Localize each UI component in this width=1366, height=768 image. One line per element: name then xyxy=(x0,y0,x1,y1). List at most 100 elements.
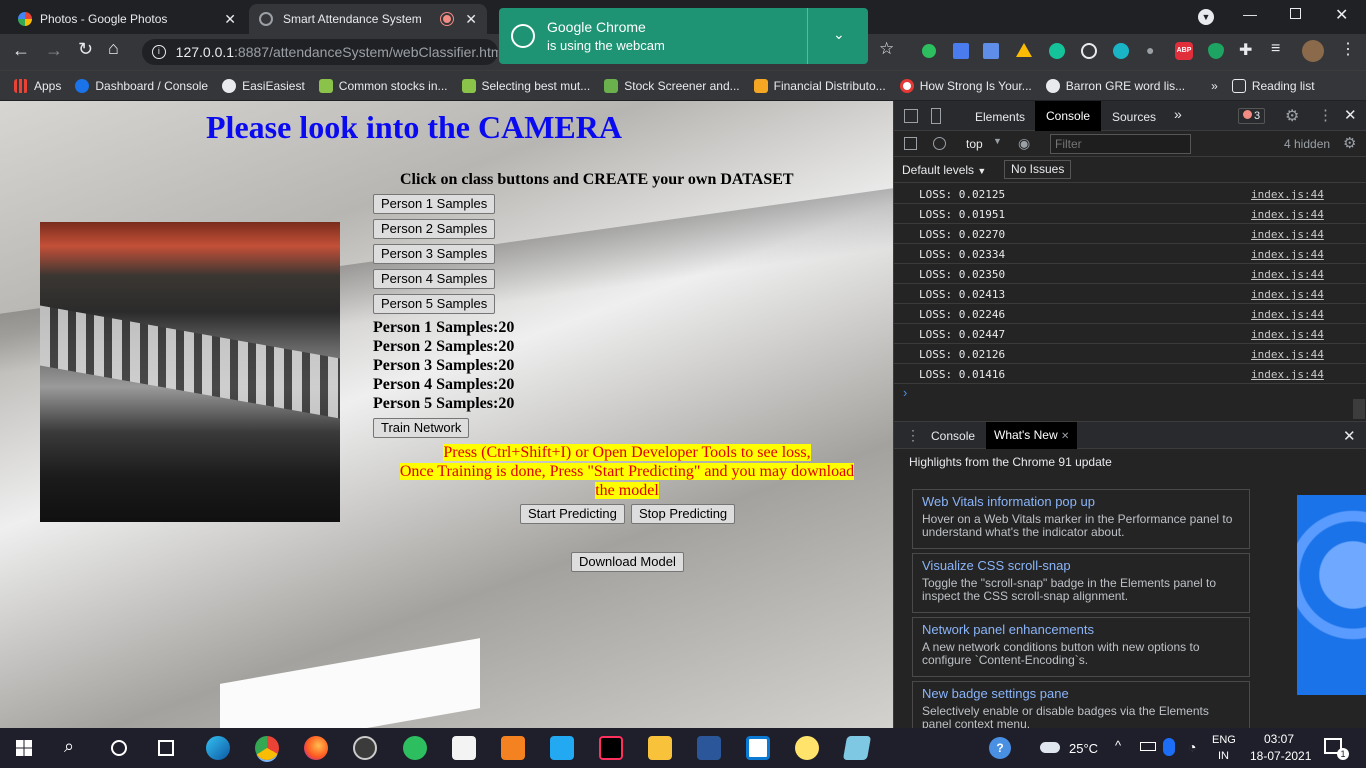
log-source-link[interactable]: index.js:44 xyxy=(1251,288,1324,301)
language-in[interactable]: IN xyxy=(1218,750,1229,762)
puzzle-icon[interactable]: ✚ xyxy=(1239,40,1252,60)
avatar[interactable] xyxy=(1302,40,1324,62)
minimize-icon[interactable]: — xyxy=(1243,6,1257,22)
inspect-icon[interactable] xyxy=(904,109,918,123)
error-badge[interactable]: 3 xyxy=(1238,108,1266,124)
card-title[interactable]: Visualize CSS scroll-snap xyxy=(922,558,1240,573)
battery-icon[interactable] xyxy=(1140,742,1156,751)
task-view-icon[interactable] xyxy=(158,740,174,756)
bookmark-easiest[interactable]: EasiEasiest xyxy=(222,78,305,93)
app-square-icon[interactable] xyxy=(746,736,770,760)
close-icon[interactable]: ✕ xyxy=(224,11,236,28)
log-source-link[interactable]: index.js:44 xyxy=(1251,308,1324,321)
search-icon[interactable]: ⌕ xyxy=(64,736,74,757)
file-explorer-icon[interactable] xyxy=(648,736,672,760)
issues-button[interactable]: No Issues xyxy=(1004,160,1072,179)
tray-chevron-icon[interactable]: ^ xyxy=(1115,738,1121,753)
clock-time[interactable]: 03:07 xyxy=(1264,732,1294,746)
firefox-icon[interactable] xyxy=(304,736,328,760)
whats-new-card[interactable]: Visualize CSS scroll-snap Toggle the "scr… xyxy=(912,553,1250,613)
whats-new-card[interactable]: Network panel enhancements A new network … xyxy=(912,617,1250,677)
vscode-icon[interactable] xyxy=(550,736,574,760)
close-icon[interactable]: ✕ xyxy=(1344,106,1357,124)
log-source-link[interactable]: index.js:44 xyxy=(1251,228,1324,241)
tab-photos[interactable]: Photos - Google Photos ✕ xyxy=(8,4,246,34)
notepad-icon[interactable] xyxy=(842,736,872,760)
console-settings-icon[interactable]: ⚙ xyxy=(1343,134,1356,152)
m-ext-icon[interactable] xyxy=(1113,43,1129,59)
bookmark-barron[interactable]: Barron GRE word lis... xyxy=(1045,78,1185,93)
store-icon[interactable] xyxy=(452,736,476,760)
drawer-menu-icon[interactable]: ⋮ xyxy=(906,427,920,444)
download-model-button[interactable]: Download Model xyxy=(571,552,684,572)
home-icon[interactable]: ⌂ xyxy=(108,38,119,59)
playlist-icon[interactable]: ≡ xyxy=(1271,40,1280,58)
reading-list[interactable]: Reading list xyxy=(1231,78,1315,93)
person-3-samples-button[interactable]: Person 3 Samples xyxy=(373,244,496,264)
console-scrollbar[interactable] xyxy=(1353,399,1365,419)
tab-sources[interactable]: Sources xyxy=(1112,110,1156,124)
log-source-link[interactable]: index.js:44 xyxy=(1251,188,1324,201)
wifi-icon[interactable]: ◔ xyxy=(1188,739,1196,755)
log-source-link[interactable]: index.js:44 xyxy=(1251,328,1324,341)
gear-icon[interactable]: ⚙ xyxy=(1285,106,1299,126)
prompt-chevron-icon[interactable]: › xyxy=(903,385,907,400)
start-predicting-button[interactable]: Start Predicting xyxy=(520,504,625,524)
tab-smart-attendance[interactable]: Smart Attendance System ✕ xyxy=(249,4,487,34)
abp-ext-icon[interactable]: ABP xyxy=(1175,42,1193,60)
card-title[interactable]: Network panel enhancements xyxy=(922,622,1240,637)
temperature[interactable]: 25°C xyxy=(1069,741,1098,756)
default-levels-dropdown[interactable]: Default levels ▼ xyxy=(902,163,986,177)
drive-ext-icon[interactable] xyxy=(1016,43,1032,57)
more-bookmarks-icon[interactable]: » xyxy=(1211,79,1218,93)
address-bar[interactable]: i 127.0.0.1:8887/attendanceSystem/webCla… xyxy=(142,39,498,65)
person-5-samples-button[interactable]: Person 5 Samples xyxy=(373,294,496,314)
emoji-app-icon[interactable] xyxy=(795,736,819,760)
cortana-icon[interactable] xyxy=(111,740,127,756)
eye-icon[interactable]: ◉ xyxy=(1018,135,1030,152)
chevron-down-icon[interactable]: ⌄ xyxy=(833,26,845,43)
card-title[interactable]: New badge settings pane xyxy=(922,686,1240,701)
drawer-tab-console[interactable]: Console xyxy=(931,429,975,443)
bookmark-financial[interactable]: Financial Distributo... xyxy=(753,78,886,93)
train-network-button[interactable]: Train Network xyxy=(373,418,470,438)
bookmark-dashboard[interactable]: Dashboard / Console xyxy=(75,78,208,93)
person-1-samples-button[interactable]: Person 1 Samples xyxy=(373,194,496,214)
bookmark-apps[interactable]: Apps xyxy=(14,78,61,93)
bookmark-screener[interactable]: Stock Screener and... xyxy=(604,78,740,93)
close-icon[interactable]: ✕ xyxy=(465,11,477,28)
star-icon[interactable]: ☆ xyxy=(879,39,894,59)
person-4-samples-button[interactable]: Person 4 Samples xyxy=(373,269,496,289)
log-source-link[interactable]: index.js:44 xyxy=(1251,208,1324,221)
word-icon[interactable] xyxy=(697,736,721,760)
extension-icon[interactable] xyxy=(953,43,969,59)
drawer-close-icon[interactable]: ✕ xyxy=(1343,427,1356,445)
log-source-link[interactable]: index.js:44 xyxy=(1251,348,1324,361)
language-eng[interactable]: ENG xyxy=(1212,734,1236,746)
intellij-icon[interactable] xyxy=(599,736,623,760)
close-icon[interactable]: ✕ xyxy=(1061,431,1069,442)
tab-search-icon[interactable]: ▼ xyxy=(1198,9,1214,25)
drawer-tab-whats-new[interactable]: What's New ✕ xyxy=(986,422,1078,449)
tab-elements[interactable]: Elements xyxy=(975,110,1025,124)
shield-ext-icon[interactable] xyxy=(1208,43,1224,59)
chrome-icon[interactable] xyxy=(255,736,279,760)
bookmark-mutual[interactable]: Selecting best mut... xyxy=(461,78,590,93)
obs-icon[interactable] xyxy=(353,736,377,760)
webcam-notification[interactable]: Google Chrome is using the webcam ⌄ xyxy=(499,8,868,64)
timer-ext-icon[interactable] xyxy=(1081,43,1097,59)
help-icon[interactable]: ? xyxy=(989,737,1011,759)
grammarly-ext-icon[interactable] xyxy=(1049,43,1065,59)
log-source-link[interactable]: index.js:44 xyxy=(1251,368,1324,381)
pin-ext-icon[interactable]: ● xyxy=(1146,42,1154,58)
tab-console[interactable]: Console xyxy=(1035,101,1102,131)
evernote-ext-icon[interactable] xyxy=(922,44,936,58)
stop-predicting-button[interactable]: Stop Predicting xyxy=(631,504,736,524)
window-close-icon[interactable]: ✕ xyxy=(1335,5,1348,25)
whats-new-card[interactable]: Web Vitals information pop up Hover on a … xyxy=(912,489,1250,549)
context-select[interactable]: top xyxy=(966,137,983,151)
evernote-icon[interactable] xyxy=(403,736,427,760)
restore-icon[interactable] xyxy=(1290,8,1301,19)
menu-icon[interactable]: ⋮ xyxy=(1340,39,1356,59)
edge-icon[interactable] xyxy=(206,736,230,760)
